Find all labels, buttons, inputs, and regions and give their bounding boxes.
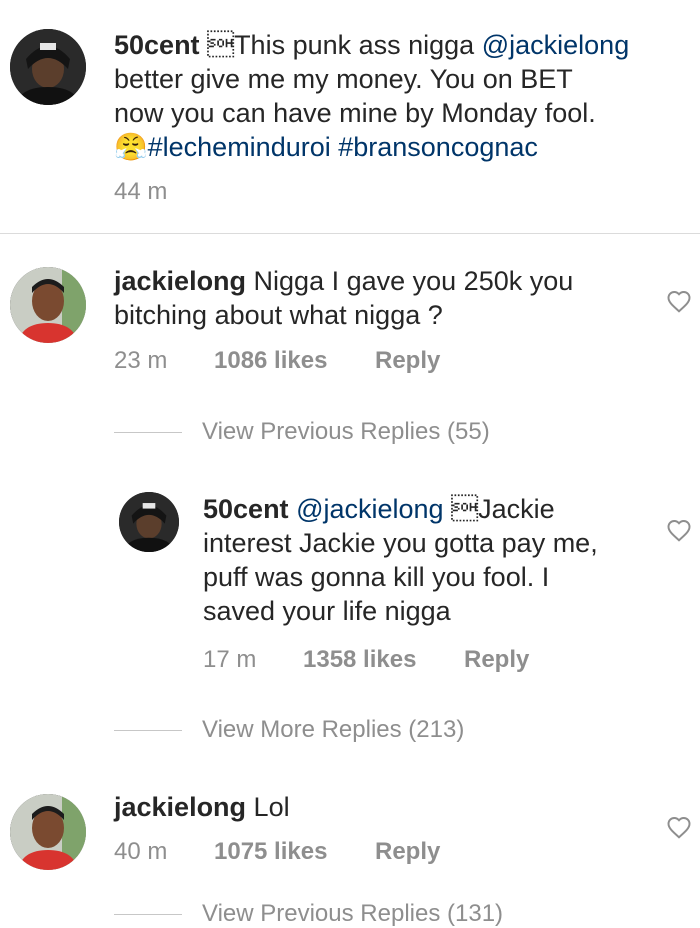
reply-button[interactable]: Reply [464,645,529,675]
avatar-jackielong[interactable] [10,267,86,343]
comment-username[interactable]: 50cent [114,30,200,60]
view-previous-replies[interactable]: View Previous Replies (55) [114,418,490,446]
avatar-jackielong-image [10,794,86,870]
comment-time: 40 m [114,838,168,865]
like-heart-icon[interactable] [666,289,692,313]
view-previous-replies-bottom[interactable]: View Previous Replies (131) [114,900,503,928]
comment-meta: 40 m 1075 likes Reply [114,837,440,867]
mention-link[interactable]: @jackielong [482,30,630,60]
comment-time: 17 m [203,646,257,673]
comment-text: jackielong Nigga I gave you 250k you bit… [114,266,574,330]
avatar-jackielong[interactable] [10,794,86,870]
comment-meta: 23 m 1086 likes Reply [114,346,440,376]
divider-dash [114,431,182,433]
reply-button[interactable]: Reply [375,837,440,867]
likes-count[interactable]: 1358 likes [303,645,464,675]
divider-dash [114,913,182,915]
reply-button[interactable]: Reply [375,346,440,376]
hashtag-links[interactable]: #lecheminduroi #bransoncognac [148,132,538,162]
like-heart-icon[interactable] [666,518,692,542]
comment-text: 50cent @jackielong Jackie interest Jack… [203,494,598,626]
comment-username[interactable]: jackielong [114,266,246,296]
comment-username[interactable]: 50cent [203,494,289,524]
comment-time: 23 m [114,347,168,374]
divider-dash [114,729,182,731]
comment-text: 50cent This punk ass nigga @jackielong … [114,30,630,162]
comment-username[interactable]: jackielong [114,792,246,822]
view-more-replies[interactable]: View More Replies (213) [114,716,464,744]
avatar-jackielong-image [10,267,86,343]
comment-meta: 44 m [114,177,167,207]
comment-time: 44 m [114,178,168,205]
like-heart-icon[interactable] [666,815,692,839]
caption-divider [0,233,700,234]
likes-count[interactable]: 1086 likes [214,346,375,376]
avatar-50cent[interactable] [119,492,179,552]
avatar-50cent-image [119,492,179,552]
avatar-50cent-image [10,29,86,105]
avatar-50cent[interactable] [10,29,86,105]
likes-count[interactable]: 1075 likes [214,837,375,867]
comment-text: jackielong Lol [114,792,290,822]
mention-link[interactable]: @jackielong [296,494,444,524]
emoji-steam: 😤 [114,132,148,162]
comment-meta: 17 m 1358 likes Reply [203,645,529,675]
